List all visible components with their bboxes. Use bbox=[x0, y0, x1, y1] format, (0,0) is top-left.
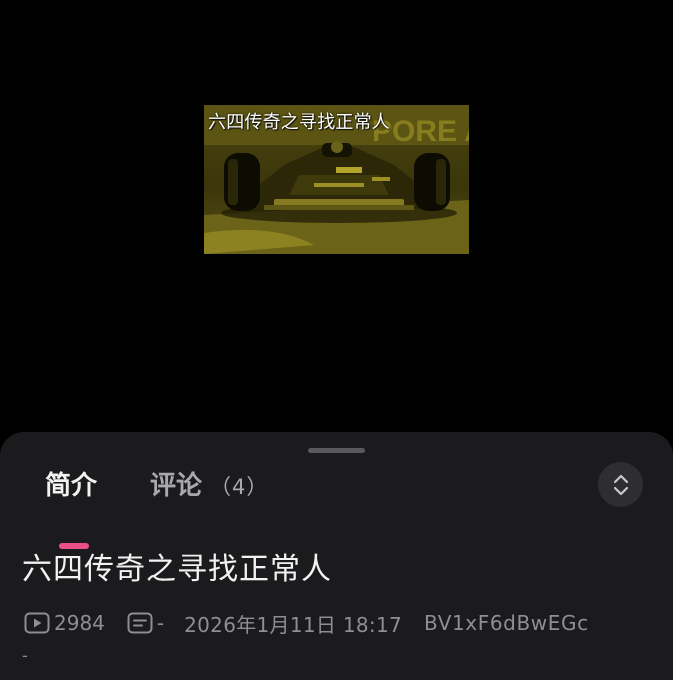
comment-count: （4） bbox=[210, 475, 269, 499]
detail-sheet: 简介 评论 （4） 六四传奇之寻找正常人 2984 - 2026年1月11日 1… bbox=[0, 432, 673, 680]
danmaku-icon bbox=[127, 612, 153, 634]
tab-bar: 简介 评论 （4） bbox=[0, 466, 673, 549]
video-meta: 2984 - 2026年1月11日 18:17 BV1xF6dBwEGc bbox=[24, 608, 589, 638]
publish-date: 2026年1月11日 18:17 bbox=[184, 612, 402, 637]
danmaku-count: - bbox=[156, 611, 165, 635]
video-player[interactable]: PORE A bbox=[0, 0, 673, 432]
bvid[interactable]: BV1xF6dBwEGc bbox=[424, 611, 589, 635]
expand-collapse-button[interactable] bbox=[598, 462, 643, 507]
video-description: - bbox=[22, 646, 28, 665]
play-count-icon bbox=[24, 612, 50, 634]
sheet-drag-handle[interactable] bbox=[308, 448, 365, 453]
video-title: 六四传奇之寻找正常人 bbox=[22, 552, 332, 587]
tab-intro[interactable]: 简介 bbox=[45, 466, 97, 506]
expand-collapse-icon bbox=[613, 474, 628, 495]
video-caption: 六四传奇之寻找正常人 bbox=[208, 112, 390, 133]
view-count: 2984 bbox=[54, 611, 105, 635]
video-page: PORE A bbox=[0, 0, 673, 680]
tab-comments[interactable]: 评论 （4） bbox=[150, 466, 268, 506]
tab-comments-label: 评论 bbox=[150, 471, 203, 501]
